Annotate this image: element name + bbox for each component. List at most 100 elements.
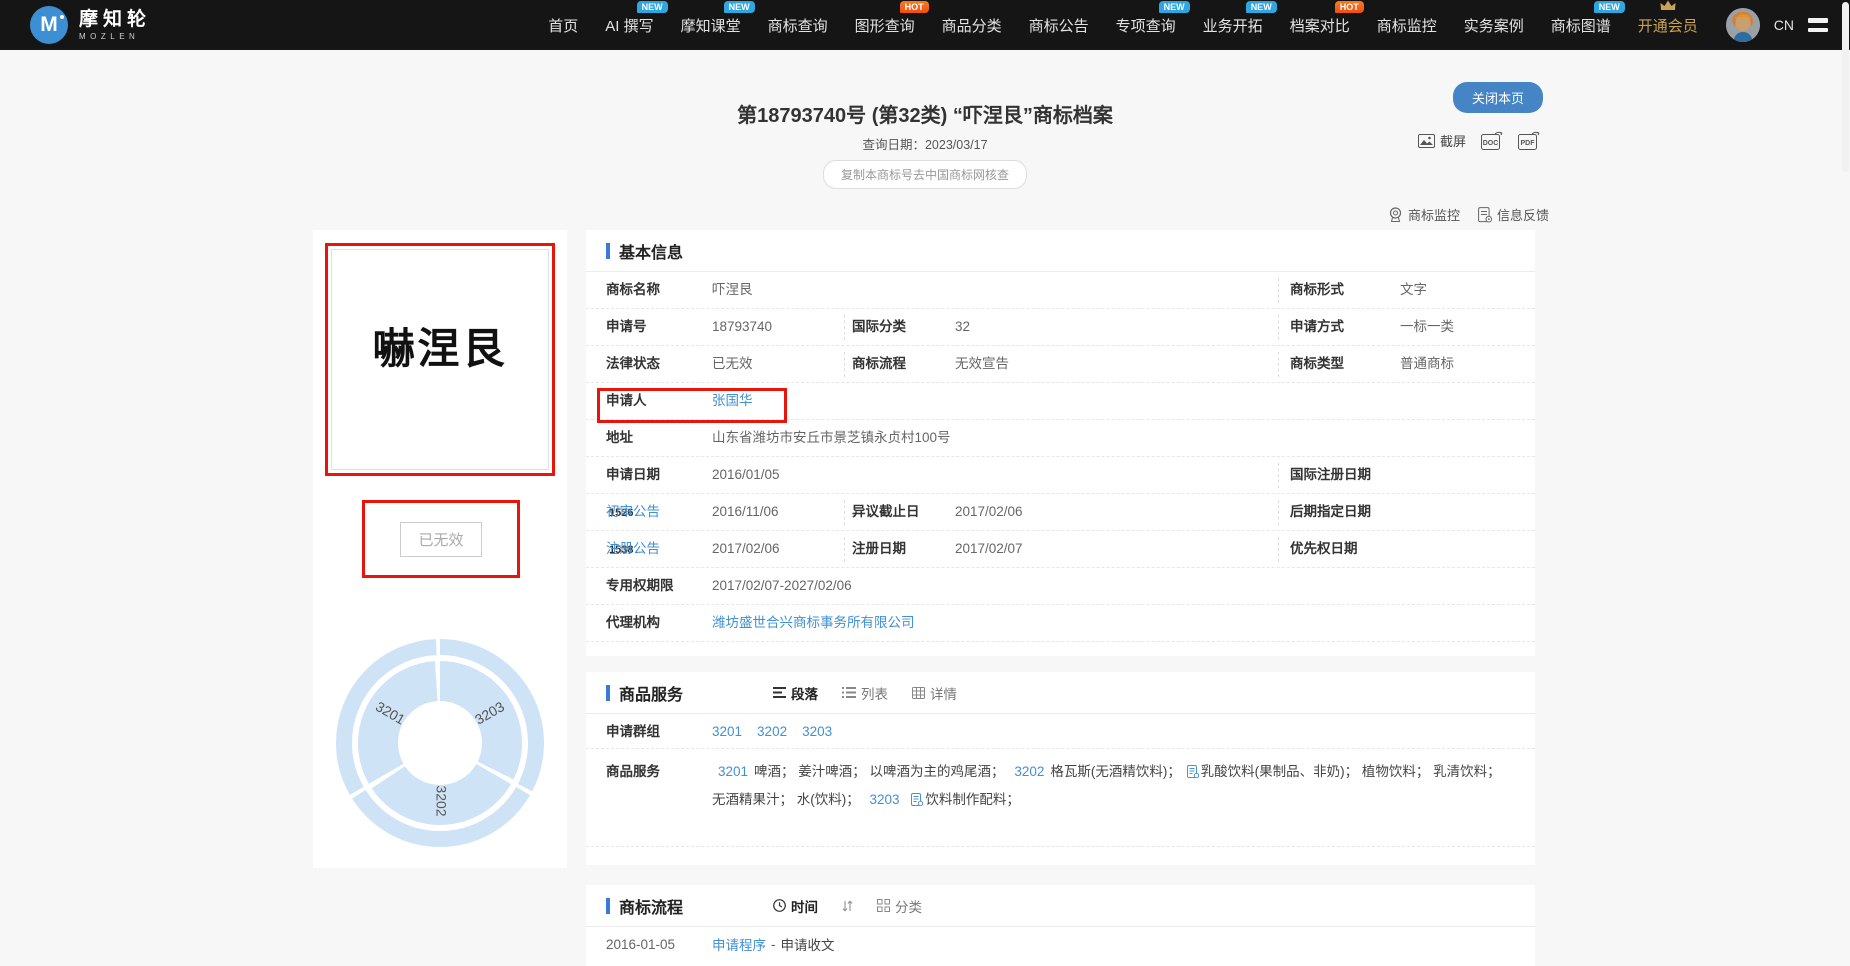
new-badge: NEW [1594, 1, 1625, 14]
status-stamp: 已无效 [400, 522, 481, 557]
agency-link[interactable]: 潍坊盛世合兴商标事务所有限公司 [712, 605, 915, 641]
new-badge: NEW [637, 1, 668, 14]
reg-notice-link[interactable]: 注册公告 [606, 531, 660, 567]
sort-toggle[interactable] [842, 900, 853, 912]
scrollbar[interactable] [1842, 2, 1849, 172]
nav-item-tm-monitor[interactable]: 商标监控 [1377, 15, 1437, 36]
nav-item-business-dev[interactable]: NEW业务开拓 [1203, 15, 1263, 36]
brand-subtitle: MOZLEN [79, 33, 151, 41]
list-icon [842, 687, 856, 698]
tab-paragraph[interactable]: 段落 [773, 683, 818, 703]
process-date: 2016-01-05 [606, 937, 712, 952]
trademark-image[interactable]: 嚇涅艮 [331, 249, 549, 470]
brand-name: 摩知轮 [79, 10, 151, 29]
nav-item-home[interactable]: 首页 [548, 15, 578, 36]
feedback-doc-icon [1478, 207, 1492, 223]
hot-badge: HOT [1335, 1, 1364, 14]
nav-item-ai-writing[interactable]: NEWAI 撰写 [605, 15, 653, 36]
row-applicant: 申请人 张国华 [586, 383, 1535, 420]
row-trademark-name: 商标名称 吓涅艮 商标形式 文字 [586, 272, 1535, 309]
group-link-3201[interactable]: 3201 [712, 714, 742, 749]
process-title: 商标流程 [606, 894, 683, 918]
feedback-link[interactable]: 信息反馈 [1478, 205, 1549, 224]
row-address: 地址 山东省潍坊市安丘市景芝镇永贞村100号 [586, 420, 1535, 457]
hot-badge: HOT [900, 1, 929, 14]
process-procedure-link[interactable]: 申请程序 [712, 934, 766, 954]
sort-arrows-icon [842, 900, 853, 912]
nav-item-mozlen-class[interactable]: NEW摩知课堂 [681, 15, 741, 36]
trademark-image-highlight-box: 嚇涅艮 [325, 243, 555, 476]
nav-item-special-search[interactable]: NEW专项查询 [1116, 15, 1176, 36]
tab-detail[interactable]: 详情 [912, 683, 957, 703]
section-accent-bar [606, 243, 610, 259]
row-application-date: 申请日期 2016/01/05 国际注册日期 [586, 457, 1535, 494]
nav-items: 首页 NEWAI 撰写 NEW摩知课堂 商标查询 HOT图形查询 商品分类 商标… [548, 15, 1698, 36]
copy-check-button[interactable]: 复制本商标号去中国商标网核查 [823, 160, 1027, 189]
trademark-monitor-link[interactable]: 商标监控 [1388, 205, 1460, 224]
brand-mark-icon: M [30, 6, 68, 44]
annotation-icon[interactable] [911, 793, 923, 806]
tab-time[interactable]: 时间 [773, 896, 818, 916]
nav-item-vip-membership[interactable]: 开通会员 [1638, 15, 1698, 36]
row-agency: 代理机构 潍坊盛世合兴商标事务所有限公司 [586, 605, 1535, 642]
row-application-no: 申请号 18793740 国际分类 32 申请方式 一标一类 [586, 309, 1535, 346]
trademark-image-text: 嚇涅艮 [372, 315, 507, 376]
group-link-3203[interactable]: 3203 [802, 714, 832, 749]
applicant-link[interactable]: 张国华 [712, 383, 753, 419]
monitor-camera-icon [1388, 207, 1403, 223]
row-exclusive-period: 专用权期限 2017/02/07-2027/02/06 [586, 568, 1535, 605]
process-row: 2016-01-05 申请程序 - 申请收文 [586, 927, 1535, 961]
class-link[interactable]: 3202 [1014, 764, 1044, 779]
user-avatar[interactable] [1726, 8, 1760, 42]
nav-item-tm-atlas[interactable]: NEW商标图谱 [1551, 15, 1611, 36]
nav-item-image-search[interactable]: HOT图形查询 [855, 15, 915, 36]
status-highlight-box: 已无效 [362, 500, 520, 578]
trademark-process-section: 商标流程 时间 分类 2016-01-05 申请程序 - 申请收文 [586, 885, 1535, 966]
paragraph-icon [773, 687, 786, 698]
screenshot-button[interactable]: 截屏 [1418, 131, 1466, 150]
row-goods-list: 商品服务 3201啤酒； 姜汁啤酒； 以啤酒为主的鸡尾酒； 3202格瓦斯(无酒… [586, 749, 1535, 847]
nav-item-trademark-search[interactable]: 商标查询 [768, 15, 828, 36]
section-accent-bar [606, 685, 610, 701]
table-icon [912, 687, 925, 699]
brand-logo[interactable]: M 摩知轮 MOZLEN [30, 6, 151, 44]
new-badge: NEW [1246, 1, 1277, 14]
row-reg-notice: 注册公告1538 2017/02/06 注册日期 2017/02/07 优先权日… [586, 531, 1535, 568]
doc-file-icon: DOC [1481, 131, 1503, 150]
basic-info-section: 基本信息 商标名称 吓涅艮 商标形式 文字 申请号 18793740 国际分类 … [586, 230, 1535, 656]
export-pdf-button[interactable]: PDF [1518, 131, 1540, 150]
svg-text:PDF: PDF [1521, 140, 1536, 147]
close-page-button[interactable]: 关闭本页 [1453, 82, 1543, 113]
row-prelim-notice: 初审公告1526 2016/11/06 异议截止日 2017/02/06 后期指… [586, 494, 1535, 531]
class-donut-chart[interactable]: 3201 3203 3202 [335, 638, 545, 848]
prelim-notice-link[interactable]: 初审公告 [606, 494, 660, 530]
language-toggle[interactable]: CN [1774, 17, 1794, 33]
nav-item-goods-class[interactable]: 商品分类 [942, 15, 1002, 36]
crown-icon [1660, 0, 1676, 11]
row-application-groups: 申请群组 3201 3202 3203 [586, 714, 1535, 749]
new-badge: NEW [724, 1, 755, 14]
page-tools: 商标监控 信息反馈 [1388, 205, 1549, 224]
process-detail: 申请收文 [781, 934, 835, 954]
avatar-image [1726, 8, 1760, 42]
nav-item-tm-gazette[interactable]: 商标公告 [1029, 15, 1089, 36]
svg-text:DOC: DOC [1483, 140, 1499, 147]
nav-item-file-compare[interactable]: HOT档案对比 [1290, 15, 1350, 36]
row-legal-status: 法律状态 已无效 商标流程 无效宣告 商标类型 普通商标 [586, 346, 1535, 383]
category-grid-icon [877, 899, 890, 912]
donut-label-3202: 3202 [433, 785, 449, 816]
annotation-icon[interactable] [1187, 765, 1199, 778]
class-link[interactable]: 3201 [718, 764, 748, 779]
group-link-3202[interactable]: 3202 [757, 714, 787, 749]
pdf-file-icon: PDF [1518, 131, 1540, 150]
tab-list[interactable]: 列表 [842, 683, 888, 703]
export-doc-button[interactable]: DOC [1481, 131, 1503, 150]
new-badge: NEW [1159, 1, 1190, 14]
class-link[interactable]: 3203 [870, 792, 900, 807]
clock-icon [773, 899, 786, 912]
nav-item-practice-cases[interactable]: 实务案例 [1464, 15, 1524, 36]
hamburger-menu-icon[interactable] [1808, 18, 1828, 32]
page-title: 第18793740号 (第32类) “吓涅艮”商标档案 [0, 99, 1850, 128]
tab-category[interactable]: 分类 [877, 896, 922, 916]
export-actions: 截屏 DOC PDF [1418, 131, 1540, 150]
